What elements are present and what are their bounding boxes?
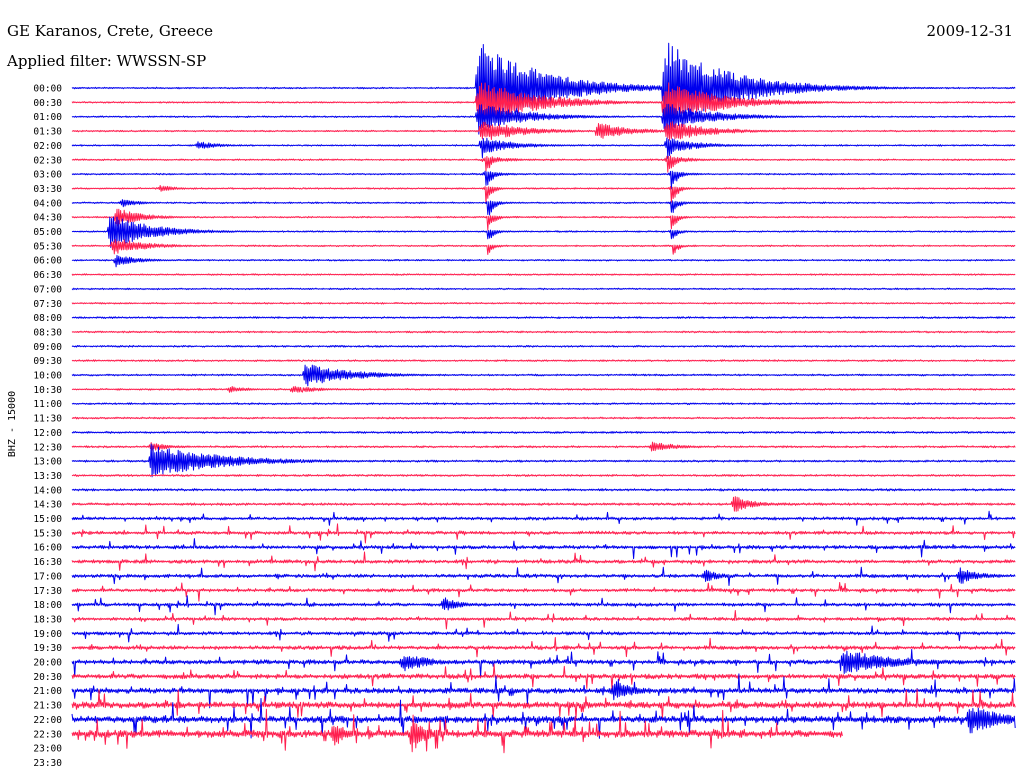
seismogram-trace-1530 — [71, 523, 1016, 544]
row-time-label: 03:00 — [33, 170, 62, 181]
seismogram-trace-0230 — [71, 155, 1016, 173]
row-time-label: 12:00 — [33, 428, 62, 439]
seismogram-trace-1930 — [71, 637, 1016, 658]
row-time-label: 01:30 — [33, 127, 62, 138]
row-time-label: 18:00 — [33, 600, 62, 611]
row-time-label: 19:30 — [33, 643, 62, 654]
row-time-label: 15:30 — [33, 528, 62, 539]
row-time-label: 15:00 — [33, 514, 62, 525]
row-time-label: 08:00 — [33, 313, 62, 324]
row-time-label: 07:30 — [33, 299, 62, 310]
row-time-label: 00:30 — [33, 98, 62, 109]
row-time-label: 22:00 — [33, 715, 62, 726]
row-time-label: 06:30 — [33, 270, 62, 281]
seismogram-trace-0500 — [71, 216, 1016, 248]
seismogram-trace-1430 — [71, 496, 1016, 512]
row-time-label: 06:00 — [33, 256, 62, 267]
time-tick-labels: 00:00 00:30 01:00 01:30 02:00 02:30 03:00 03:30… — [33, 84, 62, 769]
row-time-label: 23:30 — [33, 758, 62, 769]
seismogram-traces — [71, 42, 1016, 754]
row-time-label: 10:30 — [33, 385, 62, 396]
row-time-label: 04:30 — [33, 213, 62, 224]
seismogram-trace-1000 — [71, 364, 1016, 387]
seismogram-trace-0630 — [71, 273, 1016, 276]
row-time-label: 09:00 — [33, 342, 62, 353]
row-time-label: 18:30 — [33, 614, 62, 625]
seismogram-trace-0730 — [71, 302, 1016, 305]
seismogram-trace-1100 — [71, 402, 1016, 406]
seismogram-trace-1900 — [71, 623, 1016, 643]
seismogram-trace-0930 — [71, 359, 1016, 362]
seismogram-trace-1830 — [71, 610, 1016, 630]
seismogram-trace-0400 — [71, 199, 1016, 216]
seismogram-trace-1200 — [71, 430, 1016, 434]
seismogram-trace-0700 — [71, 287, 1016, 291]
row-time-label: 16:30 — [33, 557, 62, 568]
seismogram-trace-0430 — [71, 208, 1016, 231]
seismogram-trace-0130 — [71, 121, 1016, 141]
row-time-label: 04:00 — [33, 198, 62, 209]
row-time-label: 21:30 — [33, 701, 62, 712]
helicorder-plot: GE Karanos, Crete, Greece 2009-12-31 App… — [6, 22, 1016, 769]
row-time-label: 16:00 — [33, 543, 62, 554]
row-time-label: 14:30 — [33, 500, 62, 511]
row-time-label: 11:00 — [33, 399, 62, 410]
filter-label: Applied filter: WWSSN-SP — [6, 52, 206, 70]
row-time-label: 21:00 — [33, 686, 62, 697]
row-time-label: 20:00 — [33, 658, 62, 669]
seismogram-trace-0900 — [71, 344, 1016, 348]
seismogram-trace-1300 — [71, 443, 1016, 478]
row-time-label: 13:00 — [33, 457, 62, 468]
record-date: 2009-12-31 — [927, 22, 1013, 40]
seismogram-trace-1630 — [71, 551, 1016, 572]
row-time-label: 17:00 — [33, 571, 62, 582]
seismogram-trace-0330 — [71, 185, 1016, 204]
row-time-label: 13:30 — [33, 471, 62, 482]
row-time-label: 23:00 — [33, 744, 62, 755]
y-axis-label: BHZ - 15000 — [7, 391, 18, 457]
seismogram-trace-2000 — [71, 648, 1016, 678]
row-time-label: 02:00 — [33, 141, 62, 152]
seismogram-trace-1400 — [71, 488, 1016, 492]
row-time-label: 07:00 — [33, 284, 62, 295]
seismogram-trace-2130 — [71, 688, 1016, 720]
row-time-label: 08:30 — [33, 327, 62, 338]
seismogram-trace-0600 — [71, 254, 1016, 268]
seismogram-trace-1500 — [71, 510, 1016, 526]
row-time-label: 12:30 — [33, 442, 62, 453]
seismogram-trace-0200 — [71, 137, 1016, 159]
row-time-label: 09:30 — [33, 356, 62, 367]
seismogram-trace-1730 — [71, 582, 1016, 602]
row-time-label: 05:30 — [33, 241, 62, 252]
row-time-label: 22:30 — [33, 729, 62, 740]
seismogram-trace-2030 — [71, 663, 1016, 690]
seismogram-trace-1330 — [71, 474, 1016, 477]
row-time-label: 05:00 — [33, 227, 62, 238]
row-time-label: 19:00 — [33, 629, 62, 640]
row-time-label: 14:00 — [33, 485, 62, 496]
seismogram-trace-1230 — [71, 441, 1016, 452]
seismogram-trace-0530 — [71, 239, 1016, 255]
seismogram-trace-1130 — [71, 416, 1016, 420]
seismogram-trace-0000 — [71, 42, 1016, 135]
row-time-label: 20:30 — [33, 672, 62, 683]
seismogram-trace-1800 — [71, 595, 1016, 616]
row-time-label: 11:30 — [33, 414, 62, 425]
seismogram-trace-1600 — [71, 538, 1016, 560]
row-time-label: 00:00 — [33, 84, 62, 95]
row-time-label: 10:00 — [33, 371, 62, 382]
row-time-label: 01:00 — [33, 112, 62, 123]
row-time-label: 02:30 — [33, 155, 62, 166]
seismogram-trace-1700 — [71, 566, 1016, 586]
seismogram-trace-1030 — [71, 385, 1016, 393]
row-time-label: 03:30 — [33, 184, 62, 195]
row-time-label: 17:30 — [33, 586, 62, 597]
seismogram-trace-0300 — [71, 170, 1016, 190]
seismogram-trace-0830 — [71, 330, 1016, 334]
seismogram-trace-0800 — [71, 316, 1016, 319]
seismogram-trace-2230 — [71, 708, 843, 754]
station-title: GE Karanos, Crete, Greece — [7, 22, 213, 40]
